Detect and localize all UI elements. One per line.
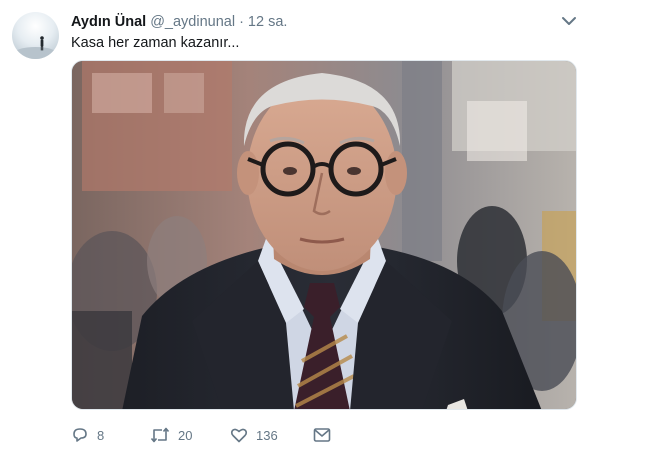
retweet-icon [150, 427, 170, 443]
tweet-actions: 8 20 136 [71, 424, 343, 446]
author-handle[interactable]: @_aydinunal [150, 14, 235, 30]
avatar-image [13, 36, 58, 59]
retweet-button[interactable]: 20 [150, 426, 230, 444]
tweet-text: Kasa her zaman kazanır... [71, 35, 240, 51]
envelope-icon [313, 428, 331, 442]
avatar[interactable] [12, 12, 59, 59]
like-count: 136 [256, 427, 278, 443]
heart-icon [230, 428, 248, 443]
photo-image [72, 61, 576, 409]
tweet-timestamp[interactable]: 12 sa. [248, 14, 288, 30]
tweet-photo[interactable] [71, 60, 577, 410]
reply-icon [73, 428, 87, 442]
separator-dot: · [239, 14, 244, 30]
like-button[interactable]: 136 [230, 426, 313, 444]
direct-message-button[interactable] [313, 427, 343, 443]
chevron-down-icon[interactable] [560, 14, 578, 28]
reply-count: 8 [97, 427, 105, 443]
tweet[interactable]: Aydın Ünal @_aydinunal · 12 sa. Kasa her za… [0, 0, 660, 450]
author-display-name[interactable]: Aydın Ünal [71, 14, 146, 30]
retweet-count: 20 [178, 427, 193, 443]
reply-button[interactable]: 8 [71, 426, 150, 444]
tweet-header: Aydın Ünal @_aydinunal · 12 sa. [71, 12, 580, 32]
